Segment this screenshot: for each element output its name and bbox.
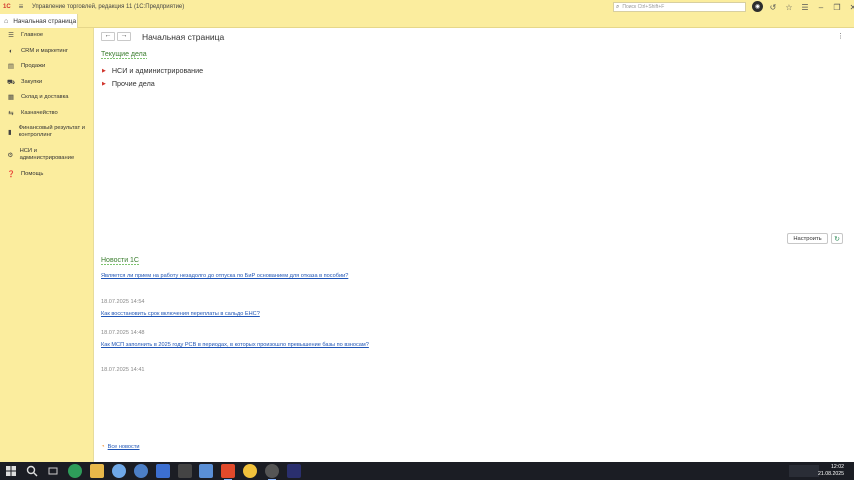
search-taskbar-icon[interactable]	[25, 464, 39, 478]
windows-taskbar: 12:02 21.08.2025	[0, 462, 854, 480]
whatsapp-icon[interactable]	[68, 464, 82, 478]
crm-icon: ◐	[9, 48, 13, 55]
title-bar: 1C ≡ Управление торговлей, редакция 11 (…	[0, 0, 854, 14]
sidebar: ☰ Главное ◐ CRM и маркетинг ▤ Продажи ⛟ …	[0, 28, 94, 462]
window-title: Управление торговлей, редакция 11 (1С:Пр…	[32, 4, 185, 10]
task-label: Прочие дела	[111, 79, 155, 88]
browser-icon[interactable]	[112, 464, 126, 478]
task-view-icon[interactable]	[46, 464, 60, 478]
menu-lines-icon: ☰	[8, 32, 14, 39]
sidebar-item-main[interactable]: ☰ Главное	[0, 32, 43, 39]
refresh-icon: ↻	[834, 235, 840, 243]
refresh-button[interactable]: ↻	[831, 233, 843, 244]
sidebar-item-nsi-admin[interactable]: ⚙ НСИ и администрирование	[0, 148, 80, 162]
expand-arrow-icon: ▶	[102, 80, 106, 87]
title-bar-icons: ◉ ↺ ☆ ☰ – ❐ ✕	[752, 1, 854, 13]
home-icon: ⌂	[4, 17, 9, 25]
news-title[interactable]: Новости 1С	[101, 257, 139, 265]
start-button[interactable]	[4, 464, 18, 478]
warehouse-icon: ▦	[7, 94, 15, 101]
sidebar-item-help[interactable]: ❓ Помощь	[0, 171, 43, 178]
obs-icon[interactable]	[265, 464, 279, 480]
task-item[interactable]: ▶ НСИ и администрирование	[102, 66, 203, 75]
history-icon[interactable]: ↺	[767, 1, 779, 13]
news-link[interactable]: Как МСП заполнить в 2025 году РСВ в пери…	[101, 342, 369, 348]
sidebar-item-sales[interactable]: ▤ Продажи	[0, 63, 45, 70]
treasury-icon: ⇆	[8, 110, 14, 117]
sidebar-item-label: Казначейство	[21, 110, 58, 116]
back-button[interactable]: ←	[101, 32, 115, 41]
save-app-icon[interactable]	[199, 464, 213, 478]
hamburger-menu-icon[interactable]: ≡	[14, 3, 28, 11]
all-news-link[interactable]: ◔ Все новости	[101, 444, 140, 450]
task-label: НСИ и администрирование	[111, 66, 204, 75]
tray-area[interactable]	[789, 465, 819, 477]
settings-button[interactable]: Настроить	[787, 233, 828, 244]
premiere-icon[interactable]	[287, 464, 301, 478]
sidebar-item-crm[interactable]: ◐ CRM и маркетинг	[0, 48, 68, 55]
tab-bar: ⌂ Начальная страница	[0, 14, 854, 28]
clock-date: 21.08.2025	[818, 471, 844, 477]
all-news-label: Все новости	[107, 444, 140, 450]
minimize-icon[interactable]: –	[815, 1, 827, 13]
terminal-icon[interactable]	[178, 464, 192, 478]
sidebar-item-warehouse[interactable]: ▦ Склад и доставка	[0, 94, 69, 101]
file-explorer-icon[interactable]	[90, 464, 104, 478]
sidebar-item-label: НСИ и администрирование	[19, 148, 75, 161]
app-icon[interactable]	[156, 464, 170, 478]
star-icon[interactable]: ☆	[783, 1, 795, 13]
search-placeholder: Поиск Ctrl+Shift+F	[622, 4, 665, 10]
sidebar-item-label: Закупки	[21, 79, 43, 85]
sidebar-item-label: CRM и маркетинг	[21, 48, 68, 54]
sidebar-item-treasury[interactable]: ⇆ Казначейство	[0, 110, 58, 117]
sidebar-item-label: Финансовый результат и контроллинг	[18, 125, 86, 138]
sidebar-item-label: Продажи	[21, 63, 46, 69]
panels-icon[interactable]: ☰	[799, 1, 811, 13]
gear-icon: ⚙	[7, 152, 14, 159]
restore-icon[interactable]: ❐	[831, 1, 843, 13]
search-input[interactable]: ⌕ Поиск Ctrl+Shift+F	[613, 2, 746, 12]
sidebar-item-label: Склад и доставка	[21, 94, 69, 100]
forward-button[interactable]: →	[117, 32, 131, 41]
expand-arrow-icon: ▶	[102, 67, 106, 74]
rss-icon: ◔	[101, 444, 105, 450]
news-date: 18.07.2025 14:48	[101, 330, 145, 336]
user-avatar-icon[interactable]: ◉	[752, 1, 763, 12]
sidebar-item-purchases[interactable]: ⛟ Закупки	[0, 79, 42, 86]
news-date: 18.07.2025 14:54	[101, 299, 145, 305]
more-menu-icon[interactable]: ⋮	[837, 32, 844, 40]
browser-alt-icon[interactable]	[134, 464, 148, 478]
1c-enterprise-icon[interactable]	[221, 464, 235, 480]
chart-icon: ▮	[8, 129, 12, 136]
cart-icon: ⛟	[7, 79, 16, 86]
taskbar-clock[interactable]: 12:02 21.08.2025	[818, 464, 844, 478]
close-icon[interactable]: ✕	[847, 1, 854, 13]
yellow-app-icon[interactable]	[243, 464, 257, 478]
main-content: ← → Начальная страница ⋮ Текущие дела ▶ …	[94, 28, 854, 462]
page-title: Начальная страница	[142, 32, 225, 42]
task-item[interactable]: ▶ Прочие дела	[102, 79, 155, 88]
news-date: 18.07.2025 14:41	[101, 367, 145, 373]
sidebar-item-finance[interactable]: ▮ Финансовый результат и контроллинг	[0, 125, 90, 139]
sidebar-item-label: Помощь	[21, 171, 44, 177]
tab-home-page[interactable]: ⌂ Начальная страница	[0, 14, 78, 28]
help-icon: ❓	[7, 171, 16, 178]
sales-icon: ▤	[7, 63, 15, 70]
current-tasks-title[interactable]: Текущие дела	[101, 51, 147, 59]
clock-time: 12:02	[831, 464, 844, 470]
sidebar-item-label: Главное	[21, 32, 44, 38]
search-icon: ⌕	[616, 3, 620, 10]
news-link[interactable]: Является ли прием на работу незадолго до…	[101, 273, 348, 279]
news-link[interactable]: Как восстановить срок включения переплат…	[101, 311, 260, 317]
app-logo: 1C	[3, 4, 11, 10]
tab-label: Начальная страница	[13, 17, 77, 25]
